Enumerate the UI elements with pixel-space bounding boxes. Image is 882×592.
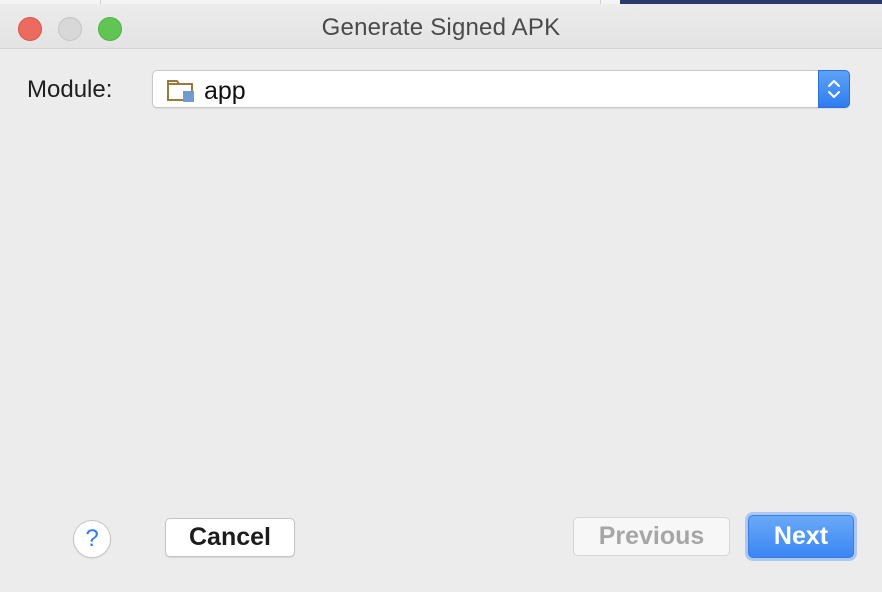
title-bar: Generate Signed APK (0, 4, 882, 49)
cancel-button[interactable]: Cancel (165, 518, 295, 557)
previous-button: Previous (573, 517, 730, 556)
window-title: Generate Signed APK (321, 14, 561, 41)
module-dropdown[interactable]: app (152, 70, 850, 108)
generate-signed-apk-dialog: Generate Signed APK Module: app ? Cancel… (0, 0, 882, 592)
help-button[interactable]: ? (73, 520, 111, 558)
dropdown-stepper-button[interactable] (818, 70, 850, 108)
next-button[interactable]: Next (748, 515, 854, 558)
module-selected-value: app (204, 77, 246, 105)
module-folder-icon (167, 79, 195, 103)
module-label: Module: (27, 76, 113, 103)
up-down-chevron-icon (828, 80, 840, 98)
